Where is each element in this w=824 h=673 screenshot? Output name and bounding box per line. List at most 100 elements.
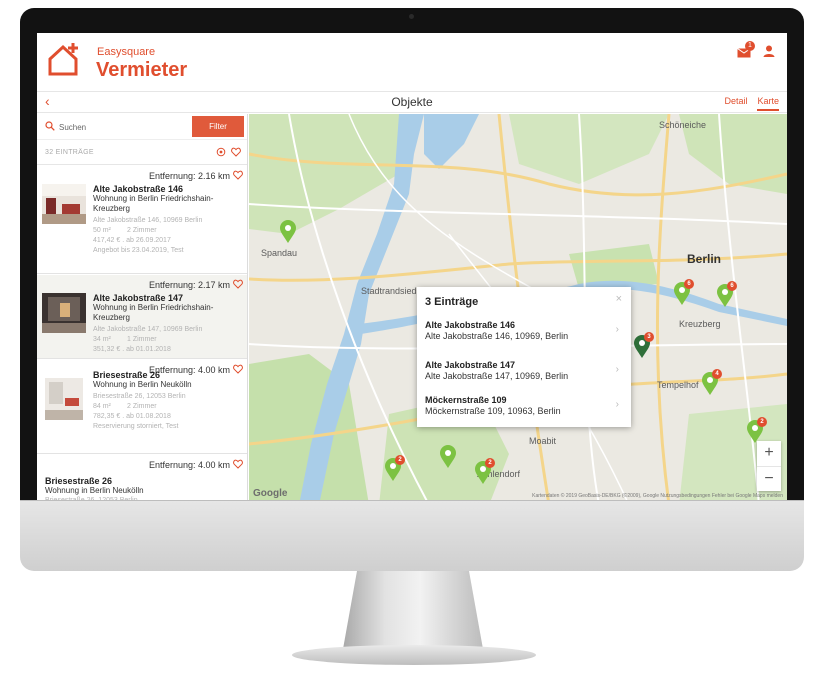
heart-icon[interactable]	[233, 364, 243, 374]
map-info-popup: 3 Einträge × Alte Jakobstraße 146 Alte J…	[417, 287, 631, 427]
popup-entry-name: Alte Jakobstraße 146	[425, 320, 516, 330]
map-pin[interactable]	[439, 445, 457, 469]
map-pin[interactable]: 6	[673, 279, 694, 306]
item-title: Alte Jakobstraße 146	[93, 184, 184, 194]
popup-title: 3 Einträge	[425, 296, 479, 308]
brand-subtitle: Easysquare	[97, 46, 156, 58]
popup-entry[interactable]: Möckernstraße 109 Möckernstraße 109, 109…	[417, 395, 631, 433]
property-photo	[42, 184, 86, 224]
map-label-tempelhof: Tempelhof	[657, 380, 699, 390]
tab-karte[interactable]: Karte	[757, 96, 779, 111]
chevron-right-icon: ›	[615, 364, 619, 375]
item-distance: Entfernung: 2.16 km	[148, 171, 230, 181]
list-actions	[216, 147, 241, 157]
item-address: Briesestraße 26, 12053 Berlin	[93, 393, 186, 400]
map-pin[interactable]: 6	[716, 281, 737, 308]
pin-count-badge: 2	[485, 458, 495, 468]
item-subtitle: Wohnung in Berlin Friedrichshain-Kreuzbe…	[93, 303, 214, 322]
messages-button[interactable]: 1	[737, 41, 755, 58]
map-attribution[interactable]: Kartendaten © 2019 GeoBasis-DE/BKG (©200…	[532, 493, 783, 499]
chevron-right-icon: ›	[615, 324, 619, 335]
favorites-heart-icon[interactable]	[231, 147, 241, 157]
app-header: Easysquare Vermieter 1	[37, 33, 787, 91]
monitor-stand-neck	[343, 571, 483, 649]
zoom-control: + −	[757, 441, 781, 491]
location-target-icon[interactable]	[216, 147, 226, 157]
filter-button[interactable]: Filter	[192, 116, 244, 137]
map-view[interactable]: Schöneiche Berlin Kreuzberg Moabit Stadt…	[249, 114, 787, 505]
zoom-out-button[interactable]: −	[757, 466, 781, 491]
pin-count-badge: 4	[712, 369, 722, 379]
property-photo	[42, 293, 86, 333]
item-distance: Entfernung: 2.17 km	[148, 280, 230, 290]
popup-close-button[interactable]: ×	[616, 293, 622, 305]
result-count-row: 32 EINTRÄGE	[37, 141, 247, 165]
map-pin[interactable]: 4	[701, 369, 722, 396]
list-item[interactable]: Entfernung: 4.00 km Briesestraße 26 Wohn…	[37, 455, 247, 505]
map-pin-icon	[280, 220, 296, 243]
tab-detail[interactable]: Detail	[724, 96, 747, 111]
item-note: Reservierung storniert, Test	[93, 423, 179, 430]
brand-title: Vermieter	[96, 59, 188, 81]
map-pin[interactable]: 2	[384, 455, 405, 482]
heart-icon[interactable]	[233, 279, 243, 289]
item-price: 351,32 € . ab 01.01.2018	[93, 346, 171, 353]
pin-count-badge: 6	[684, 279, 694, 289]
list-item[interactable]: Entfernung: 4.00 km Briesestraße 26 Wohn…	[37, 360, 247, 454]
zoom-in-button[interactable]: +	[757, 441, 781, 466]
item-area: 50 m²	[93, 227, 111, 234]
page-title: Objekte	[391, 95, 433, 109]
popup-entry[interactable]: Alte Jakobstraße 147 Alte Jakobstraße 14…	[417, 360, 631, 398]
header-actions: 1	[737, 41, 775, 58]
monitor-stand-foot	[292, 645, 536, 665]
map-pin[interactable]	[279, 220, 297, 244]
monitor-chin	[20, 500, 804, 571]
view-tabs: Detail Karte	[724, 96, 779, 111]
item-rooms: 2 Zimmer	[127, 403, 157, 410]
popup-entry-address: Alte Jakobstraße 147, 10969, Berlin	[425, 371, 569, 381]
listing-panel: Filter 32 EINTRÄGE Entfernung: 2.16 km	[37, 114, 248, 505]
item-area: 84 m²	[93, 403, 111, 410]
pin-count-badge: 2	[395, 455, 405, 465]
list-item[interactable]: Entfernung: 2.16 km Alte Jakobstraße 146…	[37, 166, 247, 274]
monitor-bezel: Easysquare Vermieter 1 ‹ Objekte Detail …	[20, 8, 804, 513]
popup-entry[interactable]: Alte Jakobstraße 146 Alte Jakobstraße 14…	[417, 320, 631, 358]
map-pin-icon	[440, 445, 456, 468]
notification-badge: 1	[745, 41, 755, 51]
pin-count-badge: 2	[757, 417, 767, 427]
map-label-spandau: Spandau	[261, 248, 298, 258]
popup-entry-address: Alte Jakobstraße 146, 10969, Berlin	[425, 331, 569, 341]
map-pin[interactable]: 2	[474, 458, 495, 485]
heart-icon[interactable]	[233, 459, 243, 469]
user-icon[interactable]	[763, 45, 775, 57]
item-subtitle: Wohnung in Berlin Neukölln	[93, 380, 192, 389]
item-title: Briesestraße 26	[93, 370, 161, 380]
property-photo	[45, 378, 83, 420]
heart-icon[interactable]	[233, 170, 243, 180]
map-label-moabit: Moabit	[529, 436, 557, 446]
item-title: Alte Jakobstraße 147	[93, 293, 184, 303]
item-address: Alte Jakobstraße 147, 10969 Berlin	[93, 326, 203, 333]
pin-count-badge: 6	[727, 281, 737, 291]
camera-icon	[409, 14, 414, 19]
popup-entry-address: Möckernstraße 109, 10963, Berlin	[425, 406, 561, 416]
house-logo-icon	[48, 43, 78, 76]
map-label-schoneiche: Schöneiche	[659, 120, 707, 130]
app-screen: Easysquare Vermieter 1 ‹ Objekte Detail …	[37, 33, 787, 505]
title-bar: ‹ Objekte Detail Karte	[37, 91, 787, 113]
search-input[interactable]	[59, 119, 179, 135]
item-area: 34 m²	[93, 336, 111, 343]
google-logo: Google	[253, 488, 288, 499]
list-item[interactable]: Entfernung: 2.17 km Alte Jakobstraße 147…	[37, 275, 247, 359]
pin-count-badge: 3	[644, 332, 654, 342]
item-price: 782,35 € . ab 01.08.2018	[93, 413, 171, 420]
item-subtitle: Wohnung in Berlin Neukölln	[45, 486, 144, 495]
item-price: 417,42 € . ab 26.09.2017	[93, 237, 171, 244]
popup-entry-name: Alte Jakobstraße 147	[425, 360, 516, 370]
map-pin-selected[interactable]: 3	[633, 332, 654, 359]
popup-entry-name: Möckernstraße 109	[425, 395, 507, 405]
item-rooms: 1 Zimmer	[127, 336, 157, 343]
item-rooms: 2 Zimmer	[127, 227, 157, 234]
item-subtitle: Wohnung in Berlin Friedrichshain-Kreuzbe…	[93, 194, 214, 213]
search-icon	[45, 121, 55, 131]
